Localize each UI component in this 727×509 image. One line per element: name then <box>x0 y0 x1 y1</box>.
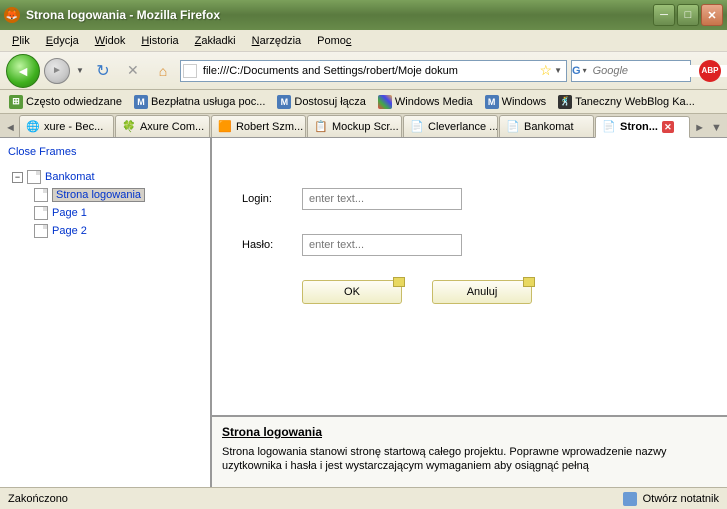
tab-0[interactable]: 🌐xure - Bec... <box>19 115 114 137</box>
m-icon: M <box>485 95 499 109</box>
close-button[interactable]: ✕ <box>701 4 723 26</box>
menu-plik[interactable]: Plik <box>4 33 38 49</box>
tab-6[interactable]: 📄Stron...✕ <box>595 116 690 138</box>
notepad-icon[interactable] <box>623 492 637 506</box>
url-bar[interactable]: ☆ ▼ <box>180 60 567 82</box>
maximize-button[interactable]: □ <box>677 4 699 26</box>
menu-narzedzia[interactable]: Narzędzia <box>244 33 310 49</box>
m-icon: M <box>277 95 291 109</box>
navigation-toolbar: ▼ ↻ ✕ ⌂ ☆ ▼ G ▾ 🔍 ABP <box>0 52 727 90</box>
wm-icon <box>378 95 392 109</box>
notes-panel: Strona logowania Strona logowania stanow… <box>212 415 727 487</box>
tab-1[interactable]: 🍀Axure Com... <box>115 115 210 137</box>
bookmark-windows-media[interactable]: Windows Media <box>373 93 478 111</box>
bookmark-czesto-odwiedzane[interactable]: ⊞ Często odwiedzane <box>4 93 127 111</box>
firefox-icon: 🦊 <box>4 7 20 23</box>
tab-list-dropdown[interactable]: ▼ <box>708 119 725 137</box>
tab-2[interactable]: 🟧Robert Szm... <box>211 115 306 137</box>
main-panel: Login: Hasło: OK Anuluj Strona logowania… <box>212 138 727 487</box>
tab-scroll-right[interactable]: ► <box>691 119 708 137</box>
tab-favicon: 📄 <box>506 120 520 134</box>
password-label: Hasło: <box>242 239 302 251</box>
reload-button[interactable]: ↻ <box>93 61 113 81</box>
page-icon <box>34 206 48 220</box>
tab-favicon: 🌐 <box>26 120 40 134</box>
search-box[interactable]: G ▾ 🔍 <box>571 60 691 82</box>
login-form: Login: Hasło: OK Anuluj <box>212 138 727 415</box>
tree-label[interactable]: Bankomat <box>45 171 95 183</box>
tree-root[interactable]: − Bankomat <box>12 168 202 186</box>
tree-label[interactable]: Page 1 <box>52 207 87 219</box>
m-icon: M <box>134 95 148 109</box>
home-button[interactable]: ⌂ <box>153 61 173 81</box>
login-input[interactable] <box>302 188 462 210</box>
search-engine-dropdown[interactable]: ▾ <box>581 66 589 75</box>
menu-bar: Plik Edycja Widok Historia Zakładki Narz… <box>0 30 727 52</box>
bookmark-dostosuj[interactable]: M Dostosuj łącza <box>272 93 371 111</box>
stop-button[interactable]: ✕ <box>123 61 143 81</box>
bookmark-windows[interactable]: M Windows <box>480 93 552 111</box>
open-notepad-link[interactable]: Otwórz notatnik <box>643 493 719 505</box>
bookmarks-toolbar: ⊞ Często odwiedzane M Bezpłatna usługa p… <box>0 90 727 114</box>
status-text: Zakończono <box>8 493 68 505</box>
status-bar: Zakończono Otwórz notatnik <box>0 487 727 509</box>
tree-page-2[interactable]: Page 2 <box>34 222 202 240</box>
window-title: Strona logowania - Mozilla Firefox <box>26 8 653 22</box>
tab-favicon: 📄 <box>602 120 616 134</box>
window-titlebar: 🦊 Strona logowania - Mozilla Firefox ─ □… <box>0 0 727 30</box>
adblock-icon[interactable]: ABP <box>699 60 721 82</box>
tab-favicon: 🟧 <box>218 120 232 134</box>
tab-favicon: 📋 <box>314 120 328 134</box>
tab-bar: ◄ 🌐xure - Bec... 🍀Axure Com... 🟧Robert S… <box>0 114 727 138</box>
menu-pomoc[interactable]: Pomoc <box>309 33 359 49</box>
menu-zakladki[interactable]: Zakładki <box>187 33 244 49</box>
tree-label[interactable]: Strona logowania <box>52 188 145 202</box>
tree-collapse-icon[interactable]: − <box>12 172 23 183</box>
tree-label[interactable]: Page 2 <box>52 225 87 237</box>
tab-3[interactable]: 📋Mockup Scr... <box>307 115 402 137</box>
tab-favicon: 📄 <box>410 120 424 134</box>
page-tree: − Bankomat Strona logowania Page 1 Page … <box>12 168 202 240</box>
notes-title: Strona logowania <box>222 425 717 439</box>
url-input[interactable] <box>199 65 540 77</box>
dance-icon: 🕺 <box>558 95 572 109</box>
bookmark-star-icon[interactable]: ☆ <box>540 62 553 79</box>
tab-close-icon[interactable]: ✕ <box>662 121 674 133</box>
url-dropdown[interactable]: ▼ <box>552 66 564 75</box>
close-frames-link[interactable]: Close Frames <box>8 146 202 158</box>
page-icon <box>34 224 48 238</box>
cancel-button[interactable]: Anuluj <box>432 280 532 304</box>
tab-5[interactable]: 📄Bankomat <box>499 115 594 137</box>
tree-page-0[interactable]: Strona logowania <box>34 186 202 204</box>
bookmark-taneczny[interactable]: 🕺 Taneczny WebBlog Ka... <box>553 93 700 111</box>
login-label: Login: <box>242 193 302 205</box>
search-engine-icon[interactable]: G <box>572 65 581 77</box>
frequent-icon: ⊞ <box>9 95 23 109</box>
menu-widok[interactable]: Widok <box>87 33 134 49</box>
page-favicon <box>183 64 197 78</box>
history-dropdown[interactable]: ▼ <box>74 66 86 75</box>
password-input[interactable] <box>302 234 462 256</box>
tab-4[interactable]: 📄Cleverlance ... <box>403 115 498 137</box>
menu-edycja[interactable]: Edycja <box>38 33 87 49</box>
tab-favicon: 🍀 <box>122 120 136 134</box>
minimize-button[interactable]: ─ <box>653 4 675 26</box>
bookmark-bezplatna[interactable]: M Bezpłatna usługa poc... <box>129 93 270 111</box>
menu-historia[interactable]: Historia <box>133 33 186 49</box>
ok-button[interactable]: OK <box>302 280 402 304</box>
back-button[interactable] <box>6 54 40 88</box>
notes-body: Strona logowania stanowi stronę startową… <box>222 445 717 474</box>
page-icon <box>27 170 41 184</box>
tab-scroll-left[interactable]: ◄ <box>2 119 19 137</box>
page-icon <box>34 188 48 202</box>
forward-button[interactable] <box>44 58 70 84</box>
tree-page-1[interactable]: Page 1 <box>34 204 202 222</box>
sidebar: Close Frames − Bankomat Strona logowania… <box>0 138 212 487</box>
content-area: Close Frames − Bankomat Strona logowania… <box>0 138 727 487</box>
